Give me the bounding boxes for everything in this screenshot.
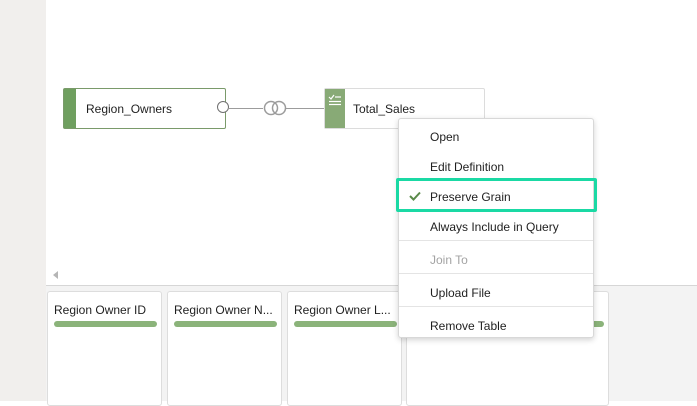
menu-item-label: Remove Table <box>430 319 507 333</box>
column-quality-bar <box>174 321 277 327</box>
join-line <box>286 108 325 109</box>
menu-item-remove-table[interactable]: Remove Table <box>399 310 593 340</box>
join-venn-icon[interactable] <box>262 100 288 121</box>
model-canvas[interactable] <box>46 0 697 286</box>
menu-item-label: Always Include in Query <box>430 220 559 234</box>
table-node-region-owners[interactable]: Region_Owners <box>63 88 226 129</box>
left-gutter <box>0 0 46 401</box>
connection-port[interactable] <box>217 101 229 113</box>
menu-item-preserve-grain[interactable]: Preserve Grain <box>399 181 593 211</box>
column-quality-bar <box>54 321 157 327</box>
column-card[interactable]: Region Owner ID <box>47 291 162 406</box>
column-title: Region Owner L... <box>294 303 391 317</box>
menu-separator <box>399 273 593 274</box>
column-card[interactable]: Region Owner N... <box>167 291 282 406</box>
calculated-table-icon <box>328 93 342 111</box>
column-card[interactable]: Region Owner L... <box>287 291 402 406</box>
menu-item-label: Preserve Grain <box>430 190 511 204</box>
menu-separator <box>399 240 593 241</box>
scroll-left-icon[interactable] <box>53 271 58 279</box>
menu-item-label: Upload File <box>430 286 491 300</box>
checkmark-icon <box>409 190 421 204</box>
context-menu: Open Edit Definition Preserve Grain Alwa… <box>398 118 594 338</box>
column-quality-bar <box>294 321 397 327</box>
menu-item-label: Edit Definition <box>430 160 505 174</box>
menu-separator <box>399 306 593 307</box>
column-title: Region Owner ID <box>54 303 147 317</box>
menu-item-open[interactable]: Open <box>399 121 593 151</box>
node-label: Total_Sales <box>353 102 416 116</box>
menu-item-label: Join To <box>430 253 468 267</box>
menu-item-upload-file[interactable]: Upload File <box>399 277 593 307</box>
menu-item-always-include[interactable]: Always Include in Query <box>399 211 593 241</box>
join-line <box>229 108 263 109</box>
menu-item-label: Open <box>430 130 460 144</box>
node-label: Region_Owners <box>86 102 173 116</box>
node-accent <box>64 89 76 128</box>
menu-item-join-to: Join To <box>399 244 593 274</box>
menu-item-edit-definition[interactable]: Edit Definition <box>399 151 593 181</box>
column-title: Region Owner N... <box>174 303 273 317</box>
